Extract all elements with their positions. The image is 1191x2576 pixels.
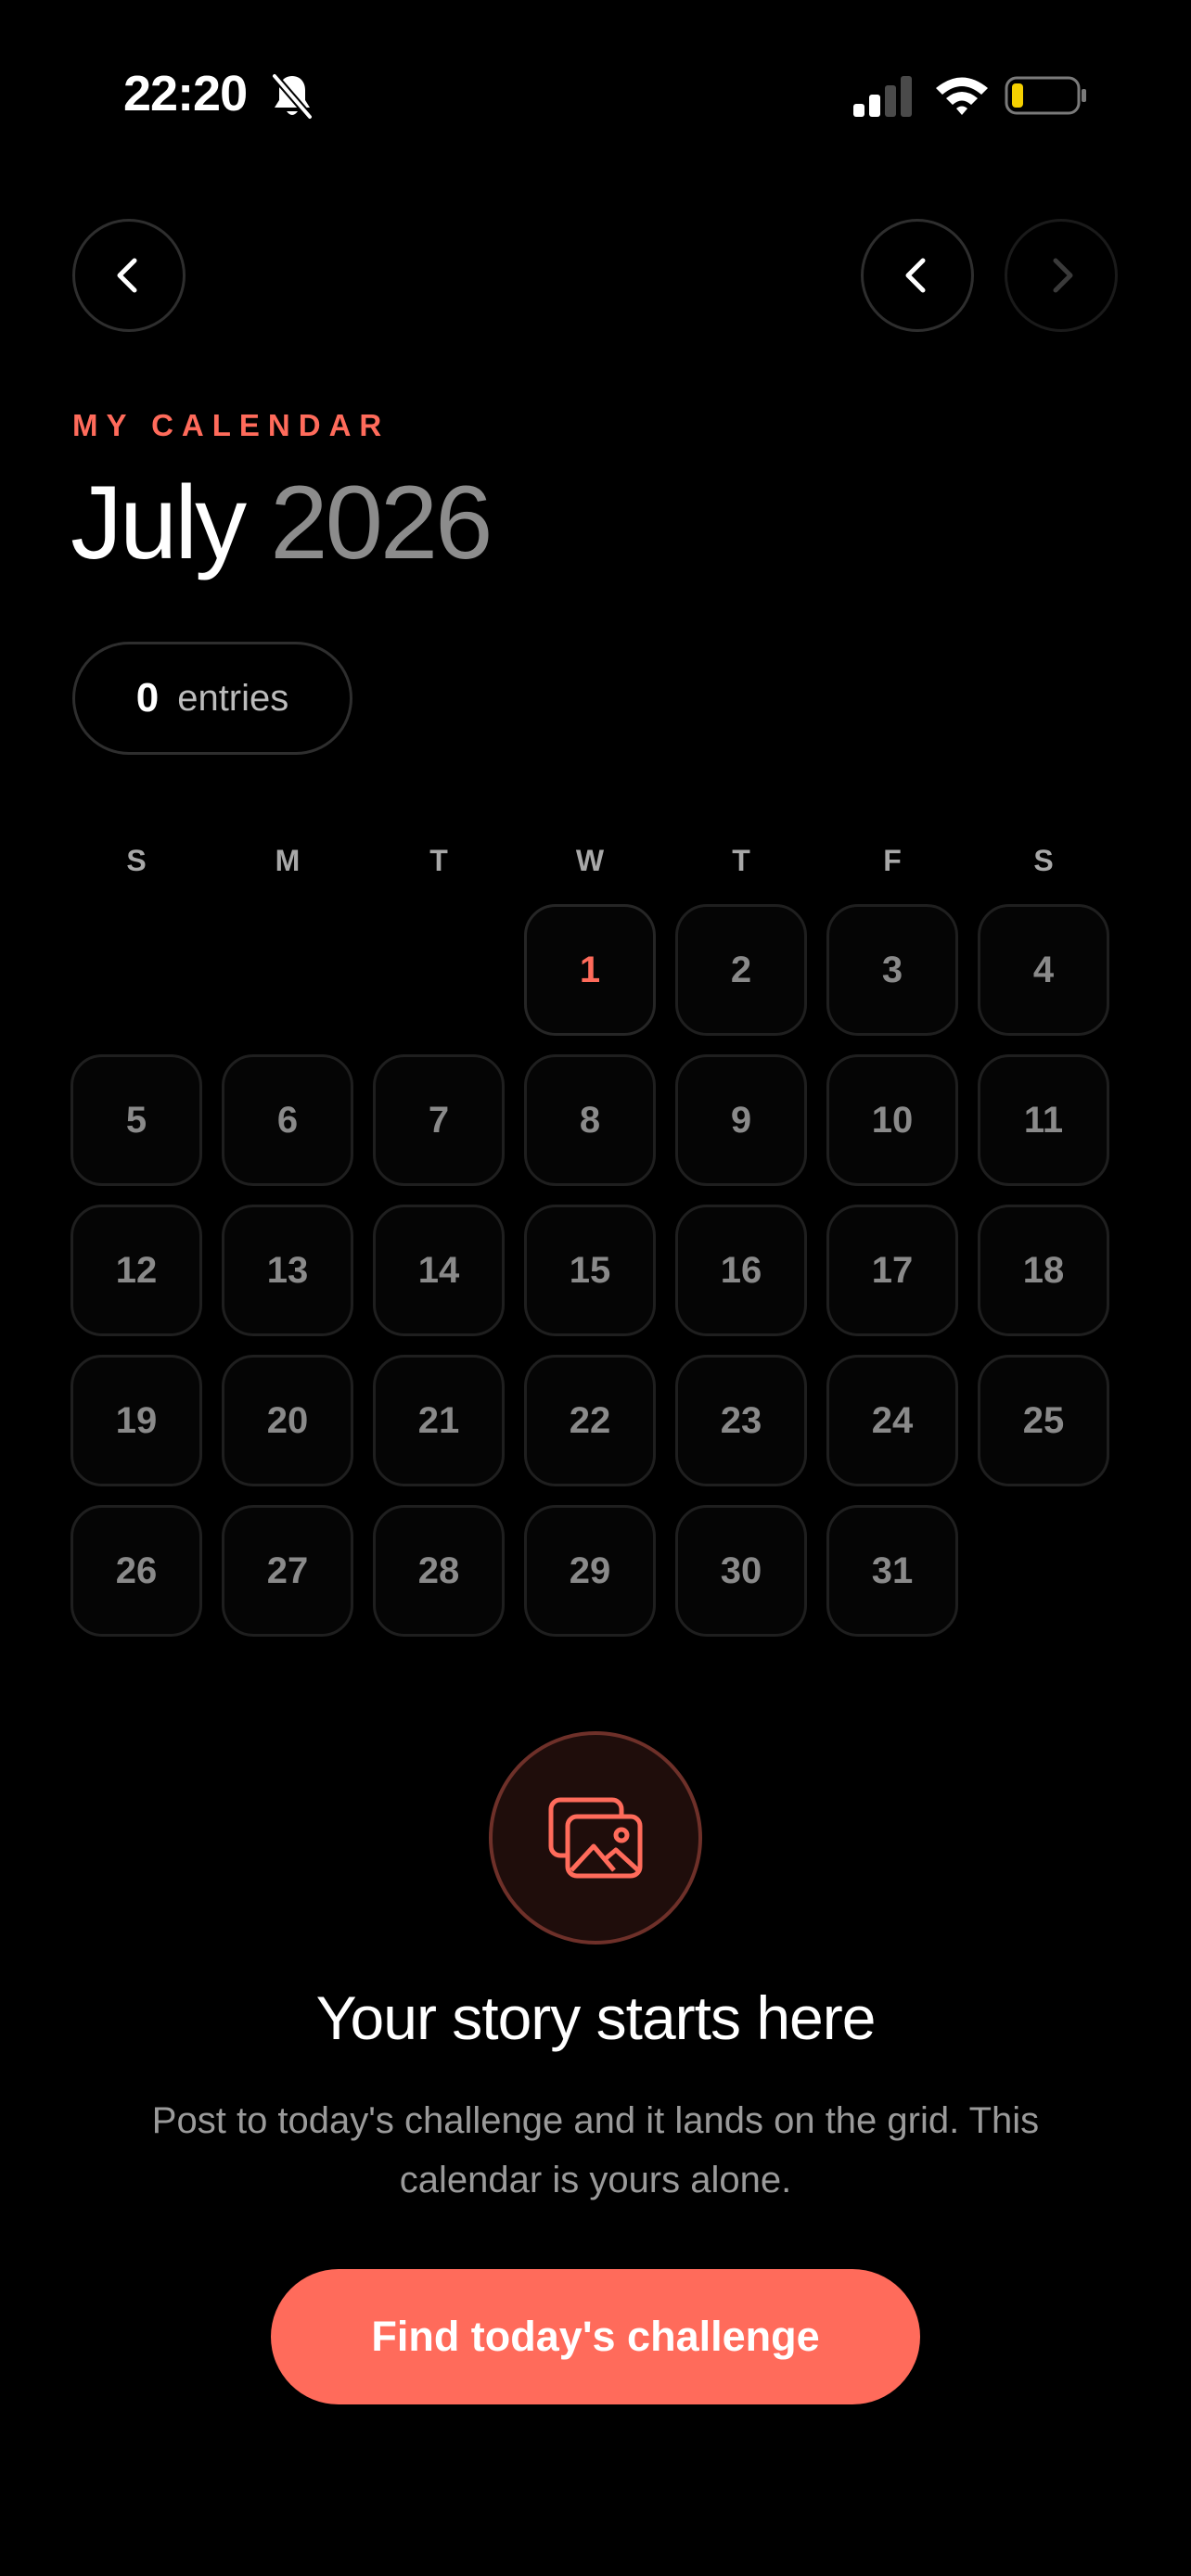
- calendar-day[interactable]: 14: [373, 1205, 505, 1336]
- entries-count-badge: 0 entries: [72, 642, 352, 755]
- weekday-label: W: [575, 844, 605, 877]
- calendar-day[interactable]: 12: [70, 1205, 202, 1336]
- empty-state-description: Post to today's challenge and it lands o…: [151, 2100, 1040, 2200]
- calendar-day[interactable]: 23: [675, 1355, 807, 1486]
- calendar-day[interactable]: 7: [373, 1054, 505, 1186]
- calendar-day[interactable]: 19: [70, 1355, 202, 1486]
- calendar-day[interactable]: 17: [826, 1205, 958, 1336]
- calendar-day[interactable]: 22: [524, 1355, 656, 1486]
- year-label: 2026: [270, 465, 493, 580]
- weekday-label: S: [126, 844, 147, 877]
- calendar-day[interactable]: 9: [675, 1054, 807, 1186]
- calendar-day[interactable]: 5: [70, 1054, 202, 1186]
- wifi-icon: [936, 77, 988, 115]
- calendar-day[interactable]: 4: [978, 904, 1109, 1036]
- calendar-day[interactable]: 29: [524, 1505, 656, 1637]
- calendar-day[interactable]: 30: [675, 1505, 807, 1637]
- month-label: July: [70, 465, 247, 580]
- chevron-right-icon: [1053, 258, 1073, 293]
- image-stack-icon: [548, 1797, 643, 1879]
- weekday-label: T: [732, 844, 750, 877]
- cellular-signal-icon: [853, 76, 912, 117]
- calendar-day[interactable]: 21: [373, 1355, 505, 1486]
- calendar-day[interactable]: 15: [524, 1205, 656, 1336]
- calendar-day[interactable]: 26: [70, 1505, 202, 1637]
- calendar-day[interactable]: 2: [675, 904, 807, 1036]
- page-title: July 2026: [70, 471, 493, 575]
- calendar-day[interactable]: 6: [222, 1054, 353, 1186]
- calendar-day[interactable]: 8: [524, 1054, 656, 1186]
- previous-month-button[interactable]: [861, 219, 974, 332]
- chevron-left-icon: [117, 258, 137, 293]
- calendar-day[interactable]: 25: [978, 1355, 1109, 1486]
- weekday-label: T: [429, 844, 448, 877]
- calendar-day[interactable]: 18: [978, 1205, 1109, 1336]
- empty-state-title: Your story starts here: [315, 1983, 877, 2052]
- calendar-day[interactable]: 20: [222, 1355, 353, 1486]
- next-month-button[interactable]: [1005, 219, 1118, 332]
- entries-label: entries: [177, 677, 289, 719]
- page-overline: MY CALENDAR: [72, 408, 391, 442]
- chevron-left-icon: [905, 258, 926, 293]
- calendar-day[interactable]: 3: [826, 904, 958, 1036]
- weekday-label: M: [275, 844, 301, 877]
- calendar-day[interactable]: 24: [826, 1355, 958, 1486]
- entries-count: 0: [135, 675, 160, 721]
- find-todays-challenge-button[interactable]: Find today's challenge: [271, 2269, 920, 2404]
- weekday-label: F: [883, 844, 902, 877]
- back-button[interactable]: [72, 219, 186, 332]
- calendar-day[interactable]: 11: [978, 1054, 1109, 1186]
- calendar-day[interactable]: 28: [373, 1505, 505, 1637]
- battery-low-icon: [1005, 76, 1086, 115]
- calendar-day[interactable]: 16: [675, 1205, 807, 1336]
- weekday-label: S: [1033, 844, 1054, 877]
- calendar-day[interactable]: 10: [826, 1054, 958, 1186]
- bell-slash-icon: [271, 73, 314, 120]
- calendar-day[interactable]: 13: [222, 1205, 353, 1336]
- status-time: 22:20: [123, 66, 248, 121]
- empty-state-badge: [489, 1731, 702, 1945]
- calendar-day[interactable]: 31: [826, 1505, 958, 1637]
- calendar-day-today[interactable]: 1: [524, 904, 656, 1036]
- calendar-day[interactable]: 27: [222, 1505, 353, 1637]
